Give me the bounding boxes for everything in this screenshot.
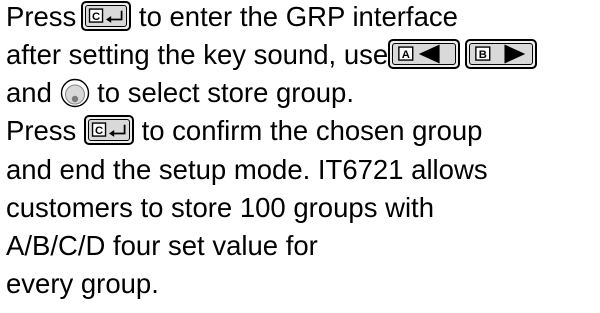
line-1: Press C to enter the GRP interface <box>6 0 458 34</box>
line-2: after setting the key sound, use A B <box>6 38 538 72</box>
line-7: A/B/C/D four set value for <box>6 230 318 261</box>
enter-arrow-icon: C <box>91 122 126 137</box>
right-key-letter: B <box>479 49 487 61</box>
line-3: and to select store group. <box>6 76 354 110</box>
line-2-text: after setting the key sound, use <box>6 39 389 70</box>
line-6: customers to store 100 groups with <box>6 192 434 223</box>
enter-key-letter: C <box>95 125 103 137</box>
line-4-text-start: Press <box>6 115 84 146</box>
line-3-text-end: to select store group. <box>89 77 354 108</box>
line-1-text-start: Press <box>6 1 77 32</box>
right-triangle-icon: B <box>475 44 526 64</box>
enter-key-letter: C <box>92 11 100 23</box>
line-4: Press C to confirm the chosen group <box>6 114 482 148</box>
enter-key-c-confirm: C <box>83 115 134 145</box>
line-8: every group. <box>6 268 159 299</box>
line-5: and end the setup mode. IT6721 allows <box>6 154 488 185</box>
line-1-text-end: to enter the GRP interface <box>131 1 458 32</box>
right-key-b: B <box>465 39 538 69</box>
enter-arrow-icon: C <box>89 8 123 23</box>
left-triangle-icon: A <box>398 44 440 64</box>
enter-key-c: C <box>81 1 132 31</box>
rotary-knob-icon <box>60 78 90 108</box>
line-3-text-start: and <box>6 77 60 108</box>
left-key-a: A <box>388 39 461 69</box>
line-4-text-end: to confirm the chosen group <box>133 115 483 146</box>
left-key-letter: A <box>402 49 410 61</box>
